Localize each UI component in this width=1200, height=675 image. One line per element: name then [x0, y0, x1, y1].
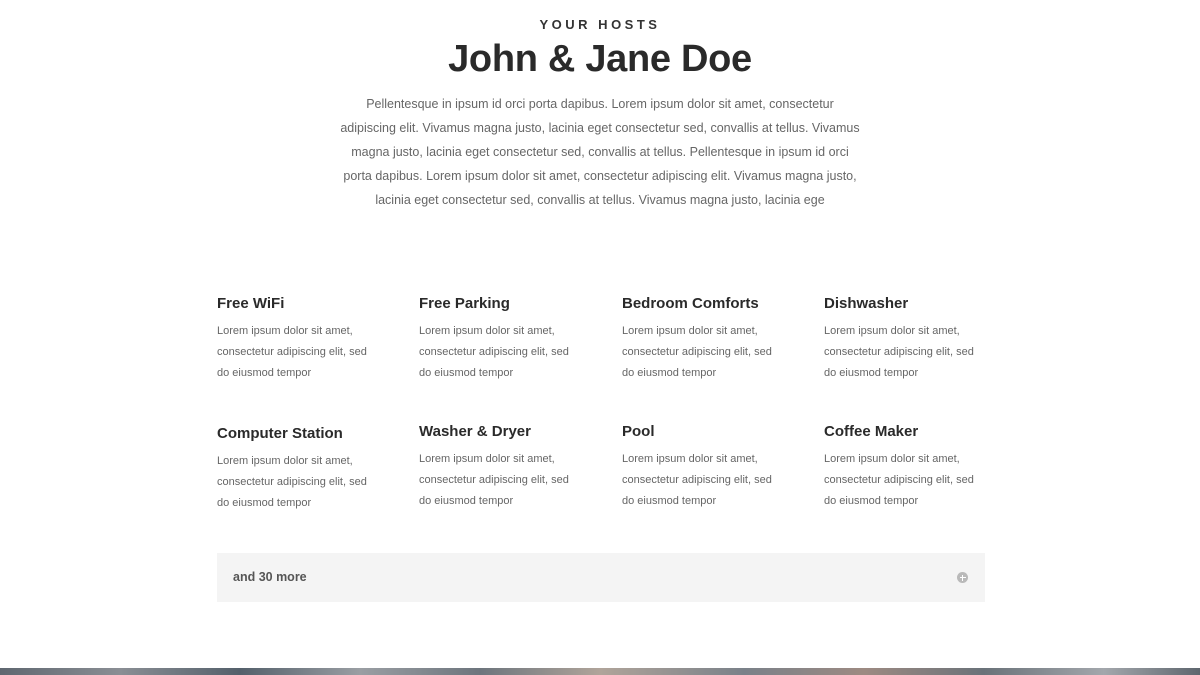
amenity-coffee-maker: Coffee Maker Lorem ipsum dolor sit amet,…	[824, 423, 999, 512]
amenity-description-line: do eiusmod tempor	[824, 495, 919, 507]
amenity-description-line: do eiusmod tempor	[217, 367, 312, 379]
amenity-description: Lorem ipsum dolor sit amet, consectetur …	[824, 321, 999, 384]
amenity-title: Free WiFi	[217, 295, 285, 312]
hosts-eyebrow: YOUR HOSTS	[539, 17, 661, 32]
amenity-title: Bedroom Comforts	[622, 295, 759, 312]
amenity-description-line: do eiusmod tempor	[622, 367, 717, 379]
plus-circle-icon[interactable]	[957, 572, 968, 583]
amenity-description-line: Lorem ipsum dolor sit amet,	[622, 453, 758, 465]
amenity-title: Dishwasher	[824, 295, 909, 312]
amenity-description: Lorem ipsum dolor sit amet, consectetur …	[622, 449, 797, 512]
intro-line: Pellentesque in ipsum id orci porta dapi…	[366, 97, 834, 111]
amenity-description-line: consectetur adipiscing elit, sed	[217, 476, 367, 488]
page-title: John & Jane Doe	[448, 38, 752, 80]
amenity-description-line: Lorem ipsum dolor sit amet,	[824, 453, 960, 465]
background-image-strip	[0, 668, 1200, 675]
amenity-description-line: Lorem ipsum dolor sit amet,	[217, 455, 353, 467]
amenity-description-line: do eiusmod tempor	[419, 367, 514, 379]
amenity-computer-station: Computer Station Lorem ipsum dolor sit a…	[217, 425, 392, 514]
amenity-description-line: Lorem ipsum dolor sit amet,	[217, 325, 353, 337]
amenity-description: Lorem ipsum dolor sit amet, consectetur …	[419, 321, 594, 384]
amenity-description: Lorem ipsum dolor sit amet, consectetur …	[622, 321, 797, 384]
amenity-description-line: consectetur adipiscing elit, sed	[419, 346, 569, 358]
amenity-free-parking: Free Parking Lorem ipsum dolor sit amet,…	[419, 295, 594, 384]
amenity-description-line: do eiusmod tempor	[217, 497, 312, 509]
more-amenities-label: and 30 more	[233, 570, 307, 584]
amenity-title: Coffee Maker	[824, 423, 919, 440]
amenity-description-line: Lorem ipsum dolor sit amet,	[419, 325, 555, 337]
amenity-description-line: Lorem ipsum dolor sit amet,	[824, 325, 960, 337]
amenity-description-line: do eiusmod tempor	[824, 367, 919, 379]
amenity-description: Lorem ipsum dolor sit amet, consectetur …	[217, 451, 392, 514]
intro-line: lacinia eget consectetur sed, convallis …	[375, 193, 825, 207]
amenity-title: Computer Station	[217, 425, 343, 442]
amenity-description-line: consectetur adipiscing elit, sed	[622, 346, 772, 358]
amenity-pool: Pool Lorem ipsum dolor sit amet, consect…	[622, 423, 797, 512]
amenity-description-line: do eiusmod tempor	[419, 495, 514, 507]
intro-line: magna justo, lacinia eget consectetur se…	[351, 145, 849, 159]
amenity-free-wifi: Free WiFi Lorem ipsum dolor sit amet, co…	[217, 295, 392, 384]
amenity-description: Lorem ipsum dolor sit amet, consectetur …	[217, 321, 392, 384]
amenity-description-line: consectetur adipiscing elit, sed	[824, 346, 974, 358]
amenity-description-line: consectetur adipiscing elit, sed	[217, 346, 367, 358]
amenity-description-line: Lorem ipsum dolor sit amet,	[622, 325, 758, 337]
more-amenities-toggle[interactable]: and 30 more	[217, 553, 985, 602]
amenity-description-line: consectetur adipiscing elit, sed	[824, 474, 974, 486]
intro-line: adipiscing elit. Vivamus magna justo, la…	[340, 121, 860, 135]
amenity-title: Pool	[622, 423, 655, 440]
amenity-title: Free Parking	[419, 295, 510, 312]
amenity-description: Lorem ipsum dolor sit amet, consectetur …	[824, 449, 999, 512]
intro-line: porta dapibus. Lorem ipsum dolor sit ame…	[343, 169, 857, 183]
amenity-bedroom-comforts: Bedroom Comforts Lorem ipsum dolor sit a…	[622, 295, 797, 384]
amenity-washer-dryer: Washer & Dryer Lorem ipsum dolor sit ame…	[419, 423, 594, 512]
amenity-description-line: Lorem ipsum dolor sit amet,	[419, 453, 555, 465]
amenity-description-line: consectetur adipiscing elit, sed	[419, 474, 569, 486]
amenity-title: Washer & Dryer	[419, 423, 531, 440]
hosts-intro: Pellentesque in ipsum id orci porta dapi…	[330, 92, 870, 212]
amenity-description-line: do eiusmod tempor	[622, 495, 717, 507]
amenity-dishwasher: Dishwasher Lorem ipsum dolor sit amet, c…	[824, 295, 999, 384]
amenity-description-line: consectetur adipiscing elit, sed	[622, 474, 772, 486]
amenity-description: Lorem ipsum dolor sit amet, consectetur …	[419, 449, 594, 512]
